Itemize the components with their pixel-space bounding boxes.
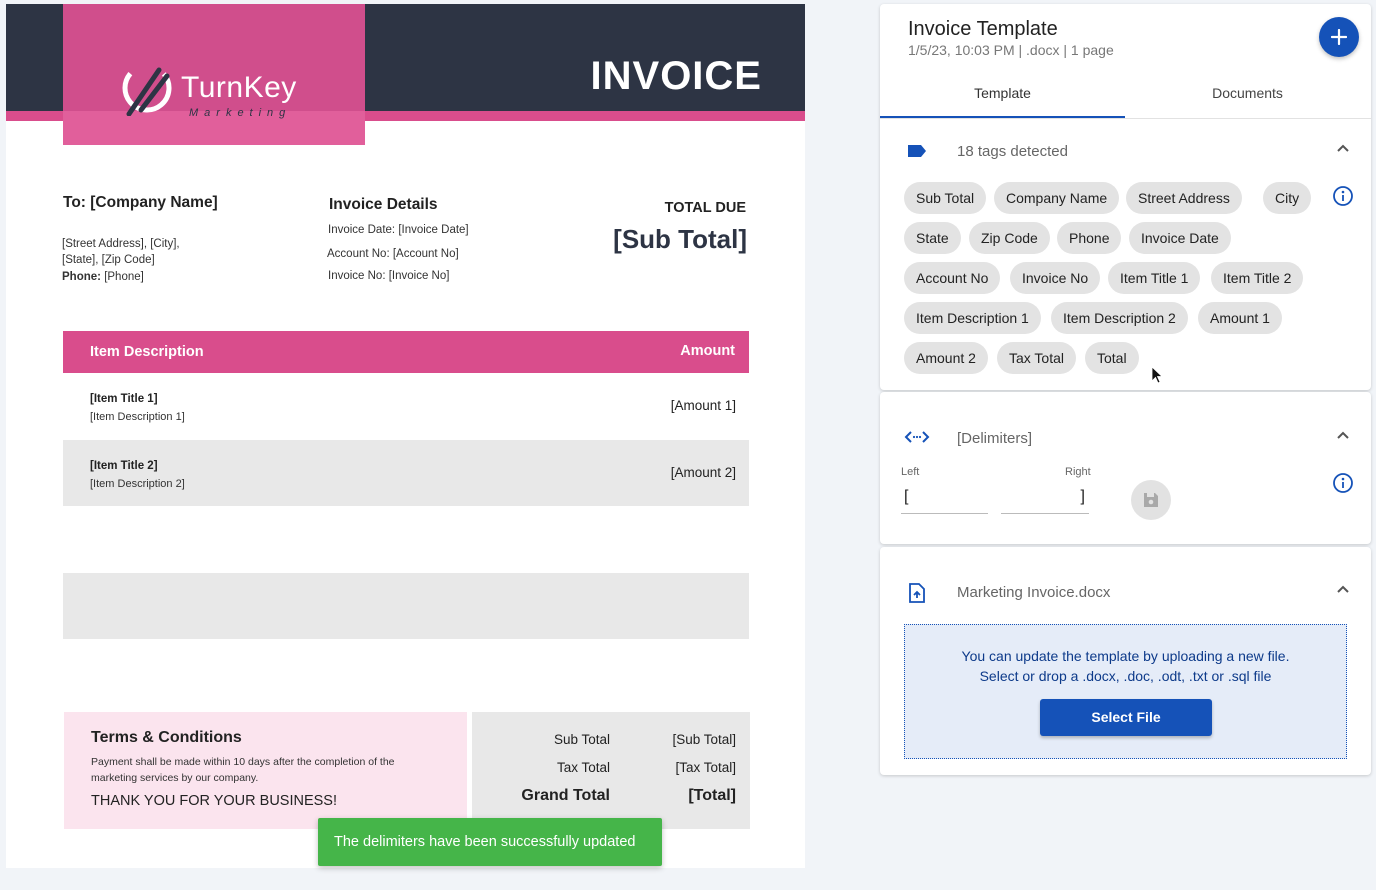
total-due-value: [Sub Total] bbox=[613, 224, 747, 254]
tag-chip[interactable]: Invoice Date bbox=[1129, 222, 1231, 254]
right-delimiter-field[interactable]: ] bbox=[1001, 488, 1089, 514]
save-delimiters-button[interactable] bbox=[1131, 480, 1171, 520]
recipient-phone: Phone: [Phone] bbox=[62, 271, 144, 283]
tags-heading: 18 tags detected bbox=[957, 143, 1068, 160]
table-row: [Item Title 2] [Item Description 2] [Amo… bbox=[63, 440, 749, 506]
tag-chip[interactable]: Item Description 1 bbox=[904, 302, 1041, 334]
company-logo: TurnKey Marketing bbox=[121, 60, 297, 119]
tag-chip[interactable]: Phone bbox=[1057, 222, 1122, 254]
save-icon bbox=[1144, 493, 1158, 507]
tag-chip[interactable]: Zip Code bbox=[969, 222, 1050, 254]
table-row: [Item Title 1] [Item Description 1] [Amo… bbox=[63, 373, 749, 439]
logo-name: TurnKey bbox=[181, 71, 297, 104]
file-name-heading: Marketing Invoice.docx bbox=[957, 584, 1111, 601]
info-icon[interactable] bbox=[1332, 472, 1354, 494]
recipient-address: [Street Address], [City], [State], [Zip … bbox=[62, 238, 180, 266]
tag-chip[interactable]: City bbox=[1263, 182, 1312, 214]
invoice-date-line: Invoice Date: [Invoice Date] bbox=[328, 224, 469, 236]
turnkey-logo-icon bbox=[122, 63, 172, 116]
invoice-no-line: Invoice No: [Invoice No] bbox=[328, 270, 450, 282]
upload-file-types: Select or drop a .docx, .doc, .odt, .txt… bbox=[979, 668, 1272, 684]
chevron-up-icon[interactable] bbox=[1336, 430, 1350, 440]
totals-block: Sub Total [Sub Total] Tax Total [Tax Tot… bbox=[472, 712, 750, 829]
tag-chip[interactable]: Item Title 2 bbox=[1211, 262, 1304, 294]
file-upload-icon bbox=[909, 583, 925, 603]
tab-template[interactable]: Template bbox=[880, 74, 1125, 118]
success-toast: The delimiters have been successfully up… bbox=[318, 818, 662, 866]
left-delimiter-field[interactable]: [ bbox=[901, 488, 988, 514]
invoice-details-title: Invoice Details bbox=[329, 196, 438, 213]
grand-total-label: Grand Total bbox=[521, 787, 610, 804]
invoice-heading: INVOICE bbox=[590, 54, 762, 98]
item-description: [Item Description 1] bbox=[90, 411, 185, 423]
tag-chip[interactable]: Amount 1 bbox=[1198, 302, 1282, 334]
tag-icon bbox=[908, 145, 926, 157]
tag-chip[interactable]: Total bbox=[1085, 342, 1139, 374]
mouse-cursor-icon bbox=[1151, 366, 1163, 384]
tag-chip[interactable]: Invoice No bbox=[1010, 262, 1101, 294]
logo-block: TurnKey Marketing bbox=[63, 4, 365, 145]
item-amount: [Amount 2] bbox=[670, 465, 736, 480]
tab-documents[interactable]: Documents bbox=[1125, 74, 1370, 118]
template-file-panel: Marketing Invoice.docx You can update th… bbox=[880, 547, 1371, 775]
tax-total-label: Tax Total bbox=[556, 760, 610, 775]
tag-chip[interactable]: Account No bbox=[904, 262, 1001, 294]
code-delimiter-icon bbox=[904, 431, 930, 443]
file-drop-zone[interactable]: You can update the template by uploading… bbox=[904, 624, 1347, 759]
thank-you-note: THANK YOU FOR YOUR BUSINESS! bbox=[91, 793, 338, 809]
tag-chip[interactable]: Street Address bbox=[1126, 182, 1242, 214]
chevron-up-icon[interactable] bbox=[1336, 143, 1350, 153]
tag-chip[interactable]: Amount 2 bbox=[904, 342, 988, 374]
right-delimiter-label: Right bbox=[1065, 466, 1091, 478]
add-button[interactable] bbox=[1319, 17, 1359, 57]
total-due-label: TOTAL DUE bbox=[664, 200, 746, 216]
sub-total-value: [Sub Total] bbox=[672, 732, 736, 747]
item-description: [Item Description 2] bbox=[90, 478, 185, 490]
recipient-company: To: [Company Name] bbox=[63, 194, 218, 211]
tag-chip[interactable]: Sub Total bbox=[904, 182, 987, 214]
chevron-up-icon[interactable] bbox=[1336, 584, 1350, 594]
select-file-button[interactable]: Select File bbox=[1040, 699, 1212, 736]
delimiters-heading: [Delimiters] bbox=[957, 430, 1033, 447]
left-delimiter-label: Left bbox=[901, 466, 920, 478]
panel-meta: 1/5/23, 10:03 PM | .docx | 1 page bbox=[908, 42, 1114, 58]
account-no-line: Account No: [Account No] bbox=[327, 248, 459, 260]
empty-table-row bbox=[63, 573, 749, 639]
items-table-header: Item Description Amount bbox=[63, 331, 749, 373]
item-title: [Item Title 2] bbox=[90, 460, 158, 472]
logo-tagline: Marketing bbox=[189, 107, 292, 119]
tag-chip[interactable]: State bbox=[904, 222, 961, 254]
document-preview: TurnKey Marketing INVOICE To: [Company N… bbox=[6, 4, 805, 868]
tax-total-value: [Tax Total] bbox=[675, 760, 736, 775]
item-title: [Item Title 1] bbox=[90, 393, 158, 405]
tag-chip[interactable]: Item Title 1 bbox=[1108, 262, 1201, 294]
panel-title: Invoice Template bbox=[908, 18, 1058, 40]
terms-body: Payment shall be made within 10 days aft… bbox=[91, 756, 395, 784]
tag-chip[interactable]: Tax Total bbox=[997, 342, 1076, 374]
grand-total-value: [Total] bbox=[688, 787, 736, 804]
plus-icon bbox=[1331, 29, 1347, 45]
delimiters-panel: [Delimiters] Left [ Right ] bbox=[880, 392, 1371, 544]
template-panel: Invoice Template 1/5/23, 10:03 PM | .doc… bbox=[880, 4, 1371, 390]
tag-chip[interactable]: Company Name bbox=[994, 182, 1120, 214]
tag-chip[interactable]: Item Description 2 bbox=[1051, 302, 1188, 334]
info-icon[interactable] bbox=[1332, 185, 1354, 207]
item-amount: [Amount 1] bbox=[670, 398, 736, 413]
col-item-description: Item Description bbox=[90, 344, 204, 360]
upload-instructions: You can update the template by uploading… bbox=[961, 648, 1290, 664]
terms-block: Terms & Conditions Payment shall be made… bbox=[64, 712, 467, 829]
col-amount: Amount bbox=[680, 343, 735, 359]
terms-title: Terms & Conditions bbox=[91, 729, 242, 746]
sub-total-label: Sub Total bbox=[553, 732, 610, 747]
